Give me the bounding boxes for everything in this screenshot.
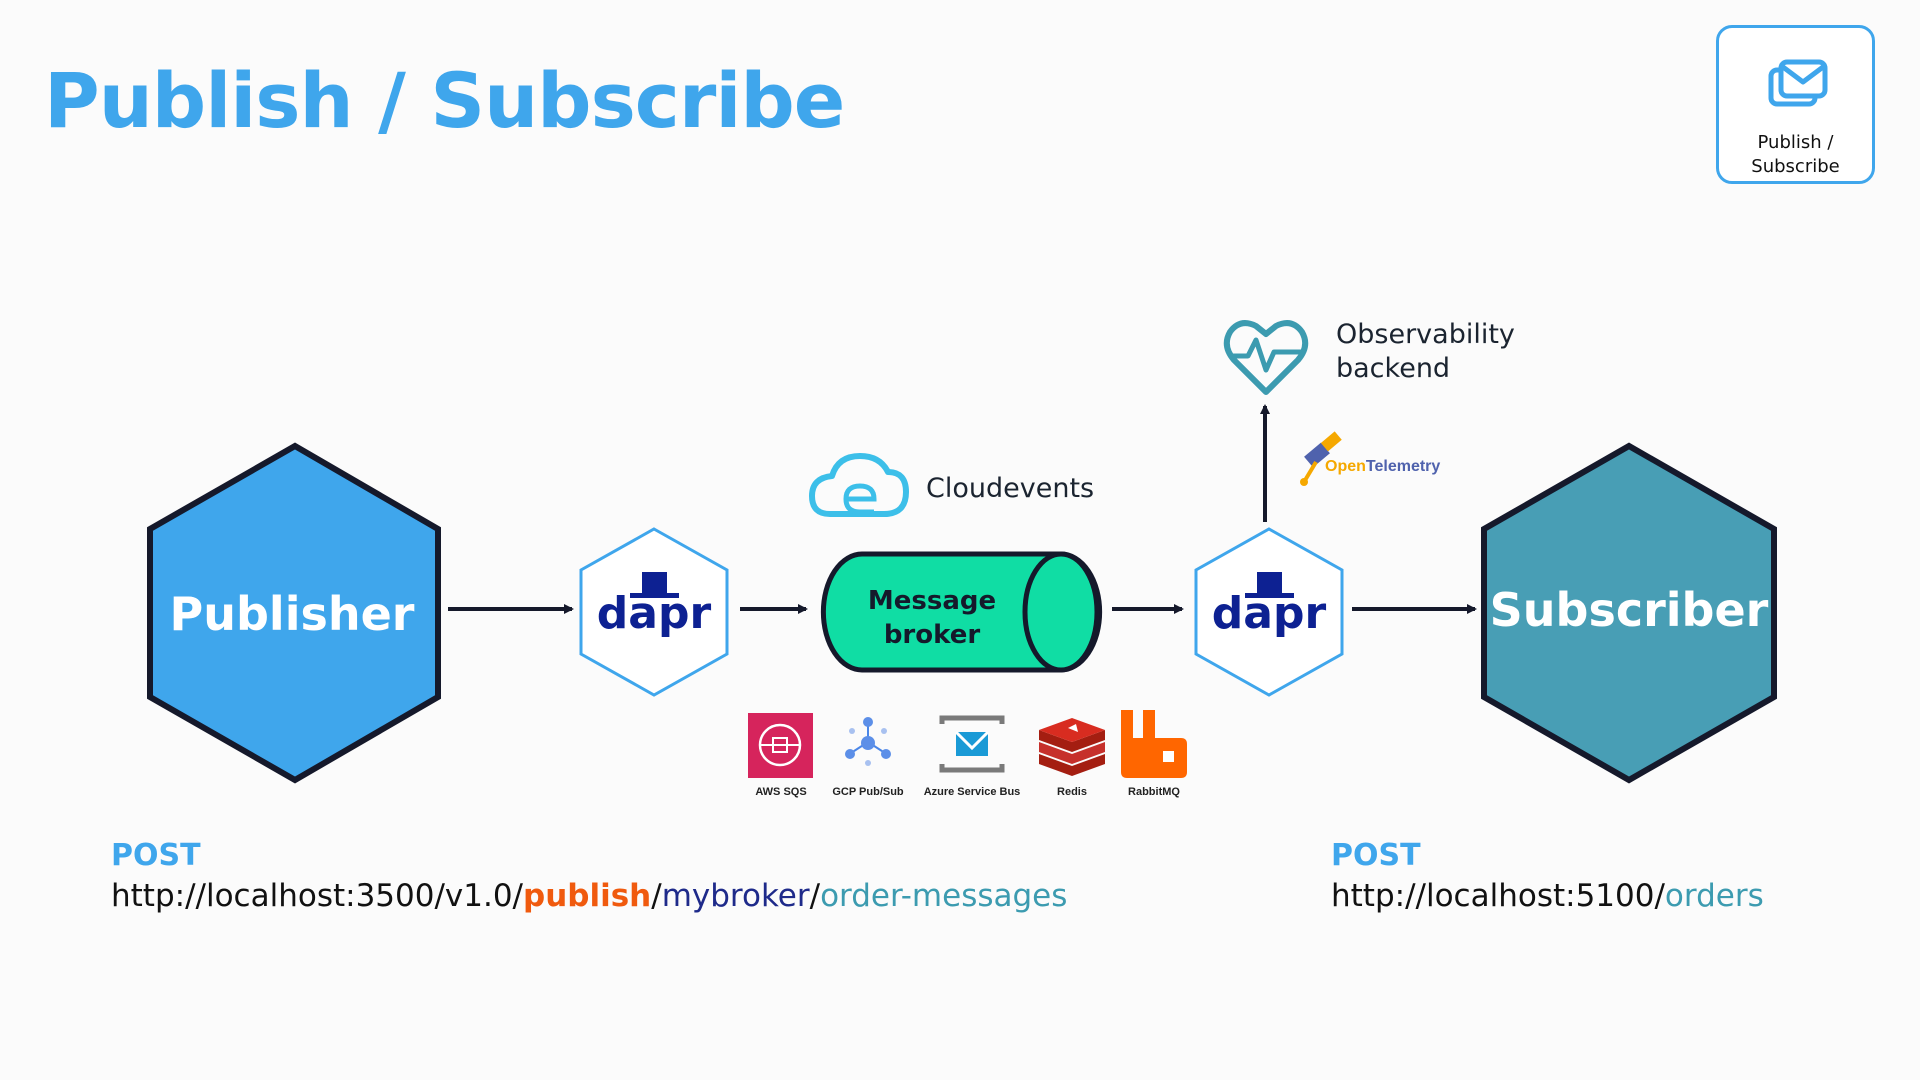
rabbitmq-icon	[1121, 710, 1187, 778]
subscriber-label: Subscriber	[1490, 583, 1769, 637]
opentelemetry-prefix: Open	[1325, 458, 1366, 475]
redis-icon	[1039, 718, 1105, 776]
subscribe-url: http://localhost:5100/orders	[1331, 878, 1764, 914]
opentelemetry-label: OpenTelemetry	[1325, 458, 1440, 476]
subscribe-url-route: orders	[1664, 878, 1764, 914]
cloudevents-icon	[809, 453, 909, 517]
message-broker-node: Message broker	[820, 551, 1103, 673]
dapr-sidecar-right: dapr	[1194, 527, 1344, 697]
publish-url-sep1: /	[651, 878, 662, 914]
publish-url-sep2: /	[809, 878, 821, 914]
publish-url: http://localhost:3500/v1.0/publish/mybro…	[111, 878, 1067, 914]
publisher-label: Publisher	[170, 587, 415, 641]
publish-url-action: publish	[523, 878, 652, 914]
aws-sqs-icon	[748, 713, 813, 778]
publisher-node: Publisher	[147, 442, 441, 784]
broker-label-line1: Message	[868, 586, 996, 616]
dapr-right-label: dapr	[1212, 588, 1327, 639]
subscribe-url-base: http://localhost:5100/	[1331, 878, 1665, 914]
publish-url-topic: order-messages	[820, 878, 1068, 914]
gcp-pubsub-icon	[845, 717, 891, 766]
dapr-left-label: dapr	[597, 588, 712, 639]
publish-method-label: POST	[111, 838, 201, 873]
cloudevents-label: Cloudevents	[926, 473, 1095, 504]
publish-url-base: http://localhost:3500/v1.0/	[111, 878, 523, 914]
subscribe-method-label: POST	[1331, 838, 1421, 873]
observability-heart-icon	[1223, 320, 1309, 395]
azure-service-bus-icon	[939, 715, 1005, 773]
dapr-sidecar-left: dapr	[579, 527, 729, 697]
pubsub-diagram: Publisher Subscriber dapr dapr Message b…	[147, 320, 1777, 784]
broker-label-rabbitmq: RabbitMQ	[1128, 786, 1180, 798]
publish-url-broker: mybroker	[661, 878, 810, 914]
broker-label-line2: broker	[884, 620, 981, 650]
opentelemetry-suffix: Telemetry	[1365, 458, 1441, 475]
observability-backend-label: Observability backend	[1336, 319, 1515, 384]
subscriber-node: Subscriber	[1481, 442, 1777, 784]
